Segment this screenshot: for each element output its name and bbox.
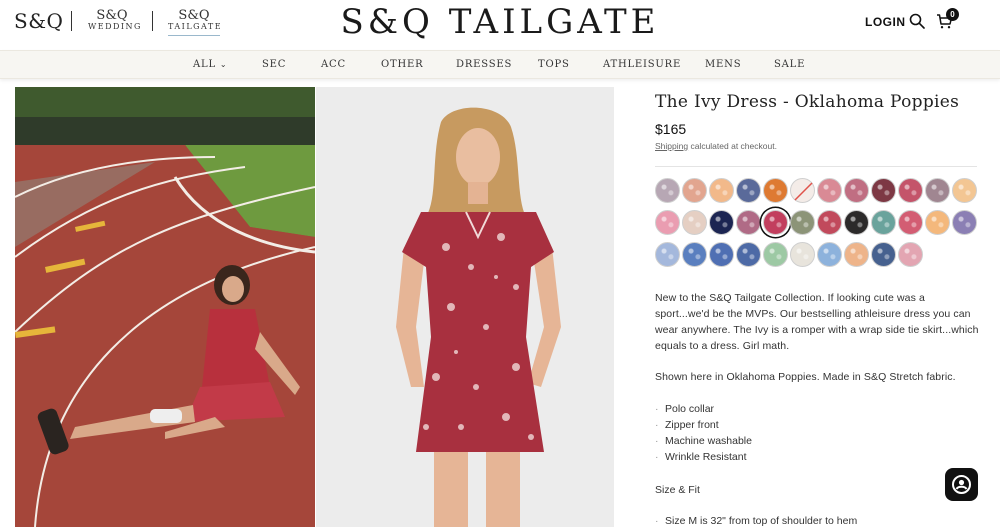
size-fit-heading: Size & Fit bbox=[655, 484, 700, 496]
color-swatch[interactable] bbox=[655, 178, 680, 203]
chevron-down-icon: ⌄ bbox=[219, 60, 228, 69]
color-swatch[interactable] bbox=[763, 242, 788, 267]
size-bullet-text: Size M is 32" from top of shoulder to he… bbox=[665, 515, 858, 527]
color-swatch[interactable] bbox=[817, 242, 842, 267]
color-swatch[interactable] bbox=[736, 210, 761, 235]
color-swatch[interactable] bbox=[952, 178, 977, 203]
login-link[interactable]: LOGIN bbox=[865, 15, 906, 29]
color-swatch[interactable] bbox=[817, 210, 842, 235]
search-icon[interactable] bbox=[909, 13, 925, 29]
product-description: New to the S&Q Tailgate Collection. If l… bbox=[655, 292, 979, 352]
feature-bullet-text: Machine washable bbox=[665, 435, 752, 447]
color-swatch[interactable] bbox=[817, 178, 842, 203]
color-swatch[interactable] bbox=[682, 178, 707, 203]
sold-out-slash-icon bbox=[794, 182, 813, 201]
color-swatch[interactable] bbox=[925, 178, 950, 203]
color-swatch[interactable] bbox=[925, 210, 950, 235]
product-title: The Ivy Dress - Oklahoma Poppies bbox=[655, 92, 960, 112]
chat-user-icon bbox=[952, 475, 971, 494]
feature-bullet-text: Wrinkle Resistant bbox=[665, 451, 747, 463]
color-swatch[interactable] bbox=[709, 242, 734, 267]
color-swatch[interactable] bbox=[763, 178, 788, 203]
lifestyle-photo-illustration bbox=[15, 87, 315, 527]
color-swatch[interactable] bbox=[898, 178, 923, 203]
color-swatch[interactable] bbox=[871, 242, 896, 267]
nav-item-acc[interactable]: ACC bbox=[321, 59, 346, 70]
product-description-fabric: Shown here in Oklahoma Poppies. Made in … bbox=[655, 371, 956, 383]
color-swatch[interactable] bbox=[763, 210, 788, 235]
nav-item-tops[interactable]: TOPS bbox=[538, 59, 570, 70]
nav-item-all[interactable]: ALL ⌄ bbox=[193, 59, 227, 70]
color-swatch[interactable] bbox=[952, 210, 977, 235]
color-swatch[interactable] bbox=[682, 210, 707, 235]
feature-bullet: · Polo collar bbox=[655, 403, 715, 415]
chat-button[interactable] bbox=[945, 468, 978, 501]
product-price: $165 bbox=[655, 121, 687, 137]
size-bullet: · Size M is 32" from top of shoulder to h… bbox=[655, 515, 858, 527]
color-swatch[interactable] bbox=[790, 210, 815, 235]
color-swatch[interactable] bbox=[898, 210, 923, 235]
site-header: S&Q S&Q WEDDING S&Q TAILGATE S&Q TAILGAT… bbox=[0, 0, 1000, 50]
color-swatch[interactable] bbox=[709, 210, 734, 235]
color-swatch[interactable] bbox=[871, 178, 896, 203]
feature-bullet: · Zipper front bbox=[655, 419, 719, 431]
color-swatch[interactable] bbox=[736, 242, 761, 267]
color-swatch[interactable] bbox=[844, 242, 869, 267]
product-image-model[interactable] bbox=[316, 87, 614, 527]
nav-item-other[interactable]: OTHER bbox=[381, 59, 423, 70]
cart-count-badge: 0 bbox=[946, 8, 959, 21]
color-swatch[interactable] bbox=[655, 210, 680, 235]
feature-bullet: · Machine washable bbox=[655, 435, 752, 447]
shipping-note: Shipping calculated at checkout. bbox=[655, 141, 777, 151]
nav-item-mens[interactable]: MENS bbox=[705, 59, 741, 70]
site-logo[interactable]: S&Q TAILGATE bbox=[0, 2, 1000, 42]
color-swatch[interactable] bbox=[736, 178, 761, 203]
color-swatch[interactable] bbox=[709, 178, 734, 203]
model-photo-illustration bbox=[316, 87, 614, 527]
main-nav: ALL ⌄ SEC ACC OTHER DRESSES TOPS ATHLEISU… bbox=[0, 50, 1000, 79]
shipping-link[interactable]: Shipping bbox=[655, 141, 688, 151]
feature-bullet-text: Zipper front bbox=[665, 419, 719, 431]
nav-item-dresses[interactable]: DRESSES bbox=[456, 59, 512, 70]
color-swatch[interactable] bbox=[898, 242, 923, 267]
nav-item-sale[interactable]: SALE bbox=[774, 59, 805, 70]
shipping-text: calculated at checkout. bbox=[688, 141, 777, 151]
color-swatch[interactable] bbox=[871, 210, 896, 235]
color-swatch[interactable] bbox=[844, 210, 869, 235]
nav-item-sec[interactable]: SEC bbox=[262, 59, 286, 70]
color-swatch[interactable] bbox=[844, 178, 869, 203]
nav-item-label: ALL bbox=[193, 59, 216, 70]
color-swatch[interactable] bbox=[790, 242, 815, 267]
product-image-lifestyle[interactable] bbox=[15, 87, 315, 527]
color-swatch[interactable] bbox=[655, 242, 680, 267]
color-swatch[interactable] bbox=[682, 242, 707, 267]
feature-bullet: · Wrinkle Resistant bbox=[655, 451, 747, 463]
color-swatch[interactable] bbox=[790, 178, 815, 203]
feature-bullet-text: Polo collar bbox=[665, 403, 715, 415]
section-divider bbox=[655, 166, 977, 167]
nav-item-athleisure[interactable]: ATHLEISURE bbox=[603, 59, 681, 70]
